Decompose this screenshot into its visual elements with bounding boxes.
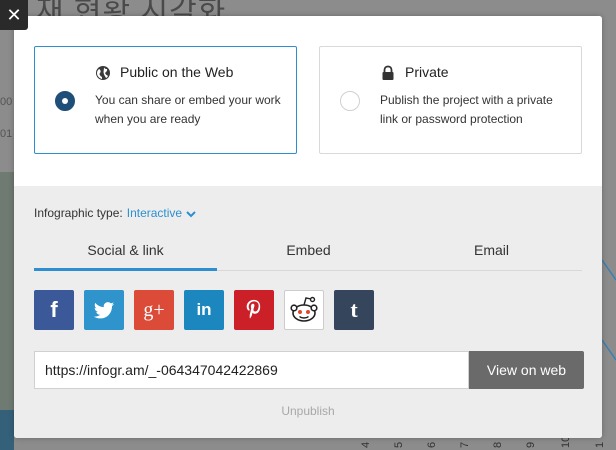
tab-embed[interactable]: Embed <box>217 238 400 268</box>
public-radio[interactable] <box>55 91 75 111</box>
background-chart-line <box>602 259 616 361</box>
background-label: 01 <box>0 128 13 140</box>
visibility-options: Public on the Web You can share or embed… <box>14 16 602 186</box>
private-option-card[interactable]: Private Publish the project with a priva… <box>319 46 582 154</box>
twitter-icon <box>93 302 115 319</box>
view-on-web-button[interactable]: View on web <box>469 351 584 389</box>
background-tick: 8 <box>492 441 504 448</box>
background-tick: 6 <box>426 441 438 448</box>
facebook-icon: f <box>50 297 58 322</box>
lock-icon <box>382 65 394 80</box>
linkedin-icon: in <box>196 300 212 319</box>
pinterest-share-button[interactable] <box>234 290 274 330</box>
background-tick: 5 <box>393 441 405 448</box>
infographic-type-label: Infographic type: <box>34 206 123 220</box>
public-option-description: You can share or embed your work when yo… <box>95 93 281 126</box>
share-tabs: Social & link Embed Email <box>34 238 582 271</box>
unpublish-link[interactable]: Unpublish <box>14 404 602 418</box>
background-tick: 1 <box>594 441 606 448</box>
background-label: 00 <box>0 96 13 108</box>
share-link-input[interactable]: https://infogr.am/_-064347042422869 <box>34 351 469 389</box>
private-option-title: Private <box>405 64 449 80</box>
background-strip <box>0 172 14 412</box>
tab-social-link[interactable]: Social & link <box>34 238 217 271</box>
infographic-type-value: Interactive <box>126 206 183 220</box>
close-button[interactable]: ✕ <box>0 0 28 30</box>
pinterest-icon <box>246 299 261 319</box>
infographic-type-dropdown[interactable]: Interactive <box>127 206 197 220</box>
background-tick: 4 <box>360 441 372 448</box>
infographic-type-row: Infographic type: Interactive <box>34 206 197 220</box>
public-option-card[interactable]: Public on the Web You can share or embed… <box>34 46 297 154</box>
reddit-share-button[interactable] <box>284 290 324 330</box>
private-option-description: Publish the project with a private link … <box>380 93 553 126</box>
facebook-share-button[interactable]: f <box>34 290 74 330</box>
tumblr-share-button[interactable]: t <box>334 290 374 330</box>
twitter-share-button[interactable] <box>84 290 124 330</box>
share-dialog: Public on the Web You can share or embed… <box>14 16 602 438</box>
close-icon: ✕ <box>6 5 22 25</box>
public-option-title: Public on the Web <box>120 64 234 80</box>
tumblr-icon: t <box>350 297 358 322</box>
reddit-icon <box>290 296 318 322</box>
background-strip <box>0 410 14 450</box>
private-radio[interactable] <box>340 91 360 111</box>
tab-email[interactable]: Email <box>400 238 583 268</box>
share-panel: Infographic type: Interactive Social & li… <box>14 186 602 438</box>
google-plus-icon: g+ <box>143 299 165 321</box>
chevron-down-icon <box>186 211 196 218</box>
background-tick: 9 <box>525 441 537 448</box>
google-plus-share-button[interactable]: g+ <box>134 290 174 330</box>
linkedin-share-button[interactable]: in <box>184 290 224 330</box>
globe-icon <box>96 66 110 80</box>
background-tick: 7 <box>459 441 471 448</box>
